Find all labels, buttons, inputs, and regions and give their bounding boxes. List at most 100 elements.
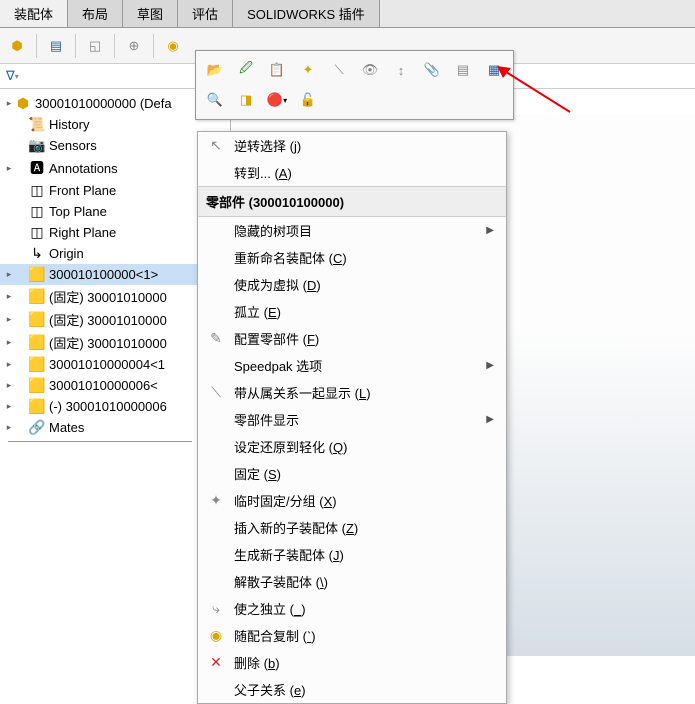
list-icon[interactable]: ▤	[450, 57, 476, 83]
tree-item-8[interactable]: ▸ 🟨(固定) 30001010000	[0, 285, 200, 308]
configuration-icon[interactable]: ▤	[42, 32, 70, 60]
tree-item-0[interactable]: 📜History	[0, 114, 200, 135]
item-icon: 🟨	[28, 377, 46, 394]
expand-icon[interactable]: ▸	[4, 359, 14, 370]
cm-top-1[interactable]: 转到... (A)	[198, 159, 506, 186]
tree-item-5[interactable]: ◫Right Plane	[0, 222, 200, 243]
context-menu-header: 零部件 (300010100000)	[198, 186, 506, 217]
cm-main-2[interactable]: 使成为虚拟 (D)	[198, 271, 506, 298]
tree-item-11[interactable]: ▸🟨30001010000004<1	[0, 354, 200, 375]
cm-main-9[interactable]: 固定 (S)	[198, 460, 506, 487]
cm-main-1[interactable]: 重新命名装配体 (C)	[198, 244, 506, 271]
cm-main-8[interactable]: 设定还原到轻化 (Q)	[198, 433, 506, 460]
context-menu: ↖逆转选择 (j)转到... (A) 零部件 (300010100000) 隐藏…	[197, 131, 507, 704]
item-icon: 🟨	[28, 288, 46, 305]
edit-part-icon[interactable]: 🖉	[233, 57, 259, 83]
tree-item-10[interactable]: ▸🟨(固定) 30001010000	[0, 331, 200, 354]
cm-main-3[interactable]: 孤立 (E)	[198, 298, 506, 325]
hide-icon[interactable]: 👁	[357, 57, 383, 83]
tree-item-14[interactable]: ▸ 🔗Mates	[0, 417, 200, 438]
expand-icon[interactable]: ▸	[4, 314, 14, 325]
open-part-icon[interactable]: 📂	[202, 57, 228, 83]
item-label: Right Plane	[49, 225, 116, 240]
assembly-icon[interactable]: ⬢	[3, 32, 31, 60]
cm-main-17[interactable]: 父子关系 (e)	[198, 676, 506, 703]
cm-main-0[interactable]: 隐藏的树项目▶	[198, 217, 506, 244]
tree-item-2[interactable]: ▸🅰Annotations	[0, 156, 200, 180]
tree-item-9[interactable]: ▸ 🟨(固定) 30001010000	[0, 308, 200, 331]
tree-item-4[interactable]: ◫Top Plane	[0, 201, 200, 222]
menu-item-label: 重新命名装配体 (C)	[230, 248, 498, 267]
cm-main-5[interactable]: Speedpak 选项▶	[198, 352, 506, 379]
filter-dropdown-icon[interactable]: ▾	[15, 72, 19, 81]
item-icon: 📷	[28, 137, 46, 154]
expand-icon[interactable]: ▸	[4, 291, 14, 302]
display-icon[interactable]: ⊕	[120, 32, 148, 60]
cm-main-16[interactable]: ✕删除 (b)	[198, 649, 506, 676]
expand-icon[interactable]: ▸	[4, 337, 14, 348]
cm-top-0[interactable]: ↖逆转选择 (j)	[198, 132, 506, 159]
item-icon: 🟨	[28, 311, 46, 328]
cm-main-4[interactable]: ✎配置零部件 (F)	[198, 325, 506, 352]
tab-layout[interactable]: 布局	[68, 0, 123, 27]
suppress-icon[interactable]: ⟍	[326, 57, 352, 83]
cm-main-15[interactable]: ◉随配合复制 (`)	[198, 622, 506, 649]
tree-item-6[interactable]: ↳Origin	[0, 243, 200, 264]
item-icon: 📜	[28, 116, 46, 133]
menu-item-label: 隐藏的树项目	[230, 221, 486, 240]
zoom-icon[interactable]: 🔍	[202, 87, 228, 113]
tree-root[interactable]: ▸⬢ 30001010000000 (Defa	[0, 93, 200, 114]
tree-divider	[8, 441, 192, 442]
item-label: (固定) 30001010000	[49, 310, 167, 329]
item-icon: 🔗	[28, 419, 46, 436]
expand-icon[interactable]: ▸	[4, 269, 14, 280]
menu-item-label: 带从属关系一起显示 (L)	[230, 383, 498, 402]
expand-icon[interactable]: ▸	[4, 422, 14, 433]
cm-main-10[interactable]: ✦临时固定/分组 (X)	[198, 487, 506, 514]
menu-item-label: 孤立 (E)	[230, 302, 498, 321]
menu-item-icon: ✦	[202, 492, 230, 509]
annotation-arrow	[495, 62, 575, 117]
tree-item-7[interactable]: ▸🟨300010100000<1>	[0, 264, 200, 285]
edit-assembly-icon[interactable]: 📋	[264, 57, 290, 83]
cm-main-13[interactable]: 解散子装配体 (\)	[198, 568, 506, 595]
item-label: 30001010000006<	[49, 378, 158, 393]
expand-icon[interactable]: ▸	[4, 163, 14, 174]
cm-main-7[interactable]: 零部件显示▶	[198, 406, 506, 433]
expand-icon[interactable]: ▸	[4, 401, 14, 412]
tab-assembly[interactable]: 装配体	[0, 0, 68, 27]
attach-icon[interactable]: 📎	[419, 57, 445, 83]
tree-item-13[interactable]: ▸🟨(-) 30001010000006	[0, 396, 200, 417]
menu-item-label: 配置零部件 (F)	[230, 329, 498, 348]
tab-evaluate[interactable]: 评估	[178, 0, 233, 27]
item-icon: 🟨	[28, 334, 46, 351]
normal-to-icon[interactable]: ◨	[233, 87, 259, 113]
menu-item-label: 解散子装配体 (\)	[230, 572, 498, 591]
cm-main-14[interactable]: ⤷使之独立 (_)	[198, 595, 506, 622]
filter-icon[interactable]: ∇	[6, 68, 15, 84]
menu-item-label: 随配合复制 (`)	[230, 626, 498, 645]
appearance-icon[interactable]: 🔴▾	[264, 87, 290, 113]
cm-main-6[interactable]: ⟍带从属关系一起显示 (L)	[198, 379, 506, 406]
feature-tree: ▸⬢ 30001010000000 (Defa 📜History📷Sensors…	[0, 89, 200, 446]
tab-sketch[interactable]: 草图	[123, 0, 178, 27]
expand-icon[interactable]: ▸	[4, 380, 14, 391]
item-label: Mates	[49, 420, 84, 435]
insert-icon[interactable]: ✦	[295, 57, 321, 83]
item-label: Top Plane	[49, 204, 107, 219]
tree-item-3[interactable]: ◫Front Plane	[0, 180, 200, 201]
float-icon[interactable]: 🔓	[295, 87, 321, 113]
move-icon[interactable]: ↕	[388, 57, 414, 83]
item-label: Sensors	[49, 138, 97, 153]
dimxpert-icon[interactable]: ◱	[81, 32, 109, 60]
item-label: (固定) 30001010000	[49, 287, 167, 306]
menu-item-icon: ✎	[202, 330, 230, 347]
tree-item-12[interactable]: ▸ 🟨30001010000006<	[0, 375, 200, 396]
bom-icon[interactable]: ◉	[159, 32, 187, 60]
menu-item-label: 零部件显示	[230, 410, 486, 429]
cm-main-12[interactable]: 生成新子装配体 (J)	[198, 541, 506, 568]
tree-item-1[interactable]: 📷Sensors	[0, 135, 200, 156]
item-icon: ◫	[28, 224, 46, 241]
tab-sw-plugins[interactable]: SOLIDWORKS 插件	[233, 0, 380, 27]
cm-main-11[interactable]: 插入新的子装配体 (Z)	[198, 514, 506, 541]
